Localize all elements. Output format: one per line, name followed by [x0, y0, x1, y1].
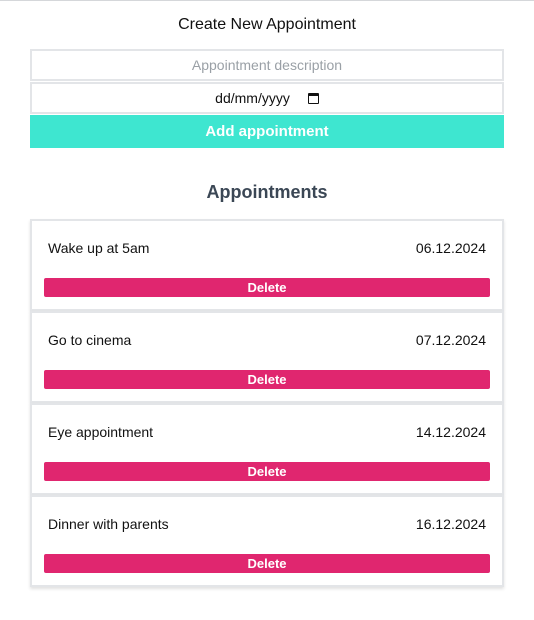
appointment-date: 07.12.2024: [415, 332, 486, 348]
appointment-card: Dinner with parents 16.12.2024 Delete: [30, 495, 504, 587]
description-input[interactable]: [32, 51, 502, 79]
appointment-card: Eye appointment 14.12.2024 Delete: [30, 403, 504, 495]
date-input[interactable]: dd/mm/yyyy: [30, 82, 504, 114]
form-title: Create New Appointment: [178, 16, 356, 33]
appointments-title: Appointments: [206, 182, 328, 202]
appointment-list: Wake up at 5am 06.12.2024 Delete Go to c…: [30, 219, 504, 587]
appointment-description: Dinner with parents: [48, 516, 169, 532]
delete-button[interactable]: Delete: [44, 278, 490, 297]
appointment-description: Eye appointment: [48, 424, 154, 440]
delete-button[interactable]: Delete: [44, 370, 490, 389]
add-appointment-button[interactable]: Add appointment: [30, 115, 504, 148]
calendar-icon[interactable]: [307, 92, 319, 104]
appointment-date: 06.12.2024: [415, 240, 486, 256]
delete-button[interactable]: Delete: [44, 462, 490, 481]
date-placeholder: dd/mm/yyyy: [215, 90, 290, 106]
date-input-inner: dd/mm/yyyy: [32, 84, 502, 112]
appointment-date: 14.12.2024: [415, 424, 486, 440]
description-field-wrapper: [30, 49, 504, 81]
appointment-date: 16.12.2024: [415, 516, 486, 532]
appointment-description: Wake up at 5am: [48, 240, 150, 256]
appointment-card: Wake up at 5am 06.12.2024 Delete: [30, 219, 504, 311]
appointment-description: Go to cinema: [48, 332, 132, 348]
delete-button[interactable]: Delete: [44, 554, 490, 573]
appointment-card: Go to cinema 07.12.2024 Delete: [30, 311, 504, 403]
